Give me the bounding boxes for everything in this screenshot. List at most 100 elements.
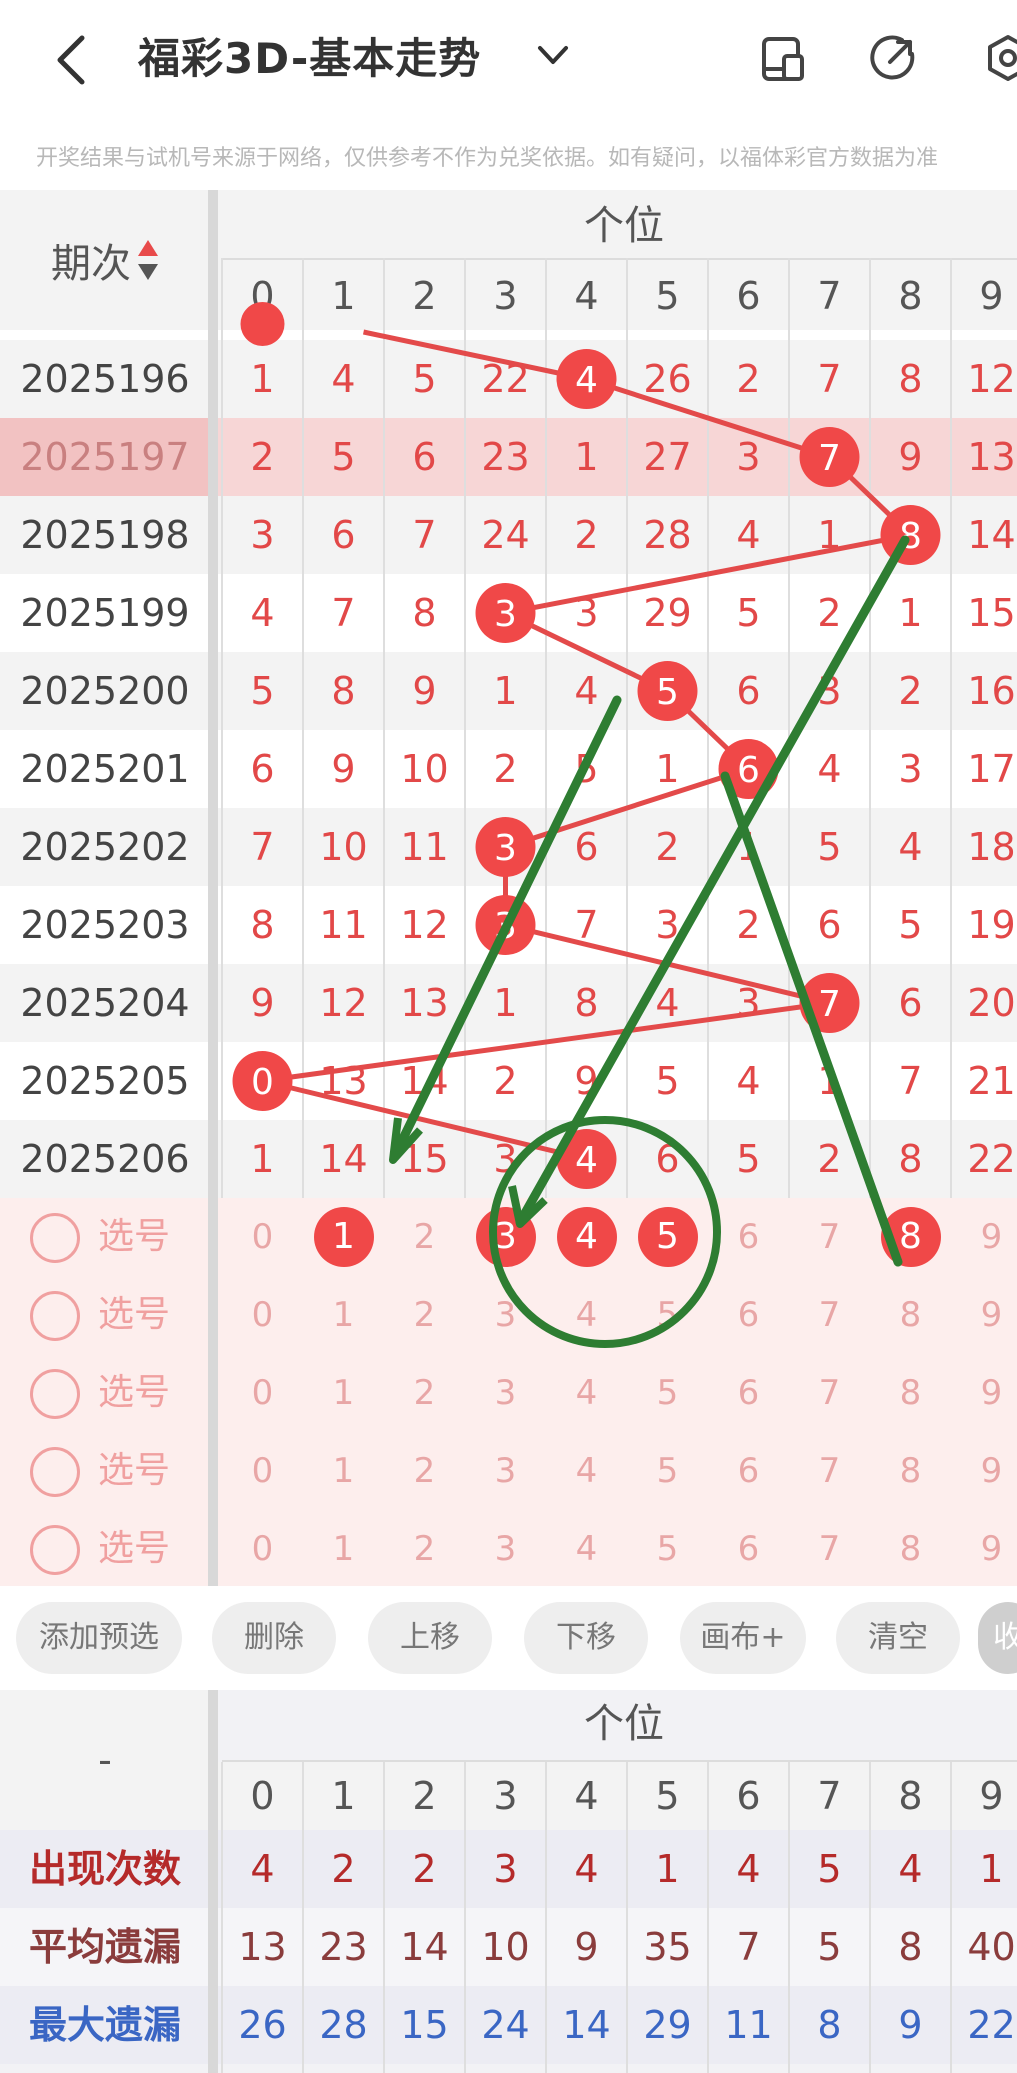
period-cell[interactable]: 2025201: [0, 730, 210, 808]
digit-option[interactable]: 3: [465, 1354, 546, 1432]
digit-option[interactable]: 7: [789, 1432, 870, 1510]
period-cell[interactable]: 2025198: [0, 496, 210, 574]
select-radio[interactable]: [30, 1447, 80, 1497]
select-label[interactable]: 选号: [98, 1198, 170, 1276]
digit-option[interactable]: 4: [546, 1354, 627, 1432]
digit-option[interactable]: 7: [789, 1510, 870, 1588]
select-label[interactable]: 选号: [98, 1432, 170, 1510]
back-icon[interactable]: [52, 32, 92, 88]
digit-option[interactable]: 1: [303, 1276, 384, 1354]
digit-option[interactable]: 3: [465, 1432, 546, 1510]
digit-option[interactable]: 0: [222, 1276, 303, 1354]
digit-option[interactable]: 6: [708, 1198, 789, 1276]
chevron-down-icon[interactable]: [536, 44, 570, 68]
digit-option[interactable]: 0: [222, 1432, 303, 1510]
digit-option[interactable]: 7: [789, 1354, 870, 1432]
digit-option[interactable]: 5: [627, 1276, 708, 1354]
stats-value: 8: [898, 1925, 923, 1969]
digit-option[interactable]: 7: [789, 1198, 870, 1276]
action-button-5[interactable]: 清空: [836, 1602, 960, 1674]
digit-option[interactable]: 0: [222, 1354, 303, 1432]
digit-option[interactable]: 5: [627, 1432, 708, 1510]
digit-option[interactable]: 4: [546, 1510, 627, 1588]
digit-option[interactable]: 8: [870, 1432, 951, 1510]
period-cell[interactable]: 2025206: [0, 1120, 210, 1198]
page-title[interactable]: 福彩3D-基本走势: [138, 30, 481, 88]
period-cell[interactable]: 2025205: [0, 1042, 210, 1120]
selected-digit-ball[interactable]: 8: [880, 1207, 941, 1267]
digit-option[interactable]: 5: [627, 1510, 708, 1588]
omission-cell: 9: [250, 981, 275, 1025]
digit-option[interactable]: 9: [951, 1276, 1017, 1354]
period-header[interactable]: 期次: [0, 190, 210, 330]
selected-digit-ball[interactable]: 4: [556, 1207, 617, 1267]
digit-option[interactable]: 2: [384, 1510, 465, 1588]
digit-option[interactable]: 9: [951, 1432, 1017, 1510]
stats-value: 29: [643, 2003, 692, 2047]
stats-column-header-1: 1: [331, 1774, 356, 1818]
action-button-1[interactable]: 删除: [212, 1602, 336, 1674]
digit-option[interactable]: 6: [708, 1432, 789, 1510]
select-label[interactable]: 选号: [98, 1354, 170, 1432]
digit-option[interactable]: 1: [303, 1354, 384, 1432]
digit-option[interactable]: 4: [546, 1276, 627, 1354]
digit-option[interactable]: 8: [870, 1276, 951, 1354]
action-button-0[interactable]: 添加预选: [16, 1602, 182, 1674]
period-cell[interactable]: 2025202: [0, 808, 210, 886]
digit-option[interactable]: 9: [951, 1354, 1017, 1432]
digit-option[interactable]: 7: [789, 1276, 870, 1354]
digit-option[interactable]: 0: [222, 1510, 303, 1588]
digit-option[interactable]: 6: [708, 1276, 789, 1354]
omission-cell: 15: [967, 591, 1016, 635]
digit-option[interactable]: 2: [384, 1276, 465, 1354]
select-radio[interactable]: [30, 1213, 80, 1263]
stats-row-label: 最大遗漏: [28, 2003, 181, 2047]
stats-value: 4: [736, 1847, 761, 1891]
stats-grid-line: [464, 1762, 466, 2073]
digit-option[interactable]: 6: [708, 1510, 789, 1588]
digit-option[interactable]: 5: [627, 1354, 708, 1432]
select-radio[interactable]: [30, 1525, 80, 1575]
selected-digit-ball[interactable]: 5: [637, 1207, 698, 1267]
omission-cell: 4: [736, 513, 761, 557]
digit-option[interactable]: 3: [465, 1276, 546, 1354]
digit-option[interactable]: 6: [708, 1354, 789, 1432]
stats-column-header-3: 3: [493, 1774, 518, 1818]
digit-option[interactable]: 2: [384, 1198, 465, 1276]
stats-value: 13: [238, 1925, 287, 1969]
digit-option[interactable]: 1: [303, 1432, 384, 1510]
stats-value: 24: [481, 2003, 530, 2047]
sort-icon[interactable]: [137, 238, 159, 282]
omission-cell: 2: [898, 669, 923, 713]
selected-digit-ball[interactable]: 3: [475, 1207, 536, 1267]
selected-digit-ball[interactable]: 1: [313, 1207, 374, 1267]
action-button-2[interactable]: 上移: [368, 1602, 492, 1674]
digit-option[interactable]: 4: [546, 1432, 627, 1510]
frozen-column-divider: [208, 190, 218, 1586]
action-button-3[interactable]: 下移: [524, 1602, 648, 1674]
period-cell[interactable]: 2025196: [0, 340, 210, 418]
digit-option[interactable]: 1: [303, 1510, 384, 1588]
digit-option[interactable]: 9: [951, 1510, 1017, 1588]
digit-option[interactable]: 8: [870, 1354, 951, 1432]
device-icon[interactable]: [760, 36, 806, 82]
period-cell[interactable]: 2025197: [0, 418, 210, 496]
select-radio[interactable]: [30, 1291, 80, 1341]
share-icon[interactable]: [870, 34, 918, 82]
period-cell[interactable]: 2025200: [0, 652, 210, 730]
period-cell[interactable]: 2025203: [0, 886, 210, 964]
digit-option[interactable]: 9: [951, 1198, 1017, 1276]
omission-cell: 3: [250, 513, 275, 557]
settings-icon[interactable]: [984, 34, 1017, 82]
select-label[interactable]: 选号: [98, 1510, 170, 1588]
select-label[interactable]: 选号: [98, 1276, 170, 1354]
digit-option[interactable]: 0: [222, 1198, 303, 1276]
period-cell[interactable]: 2025204: [0, 964, 210, 1042]
digit-option[interactable]: 8: [870, 1510, 951, 1588]
action-button-4[interactable]: 画布+: [680, 1602, 806, 1674]
period-cell[interactable]: 2025199: [0, 574, 210, 652]
digit-option[interactable]: 3: [465, 1510, 546, 1588]
digit-option[interactable]: 2: [384, 1432, 465, 1510]
select-radio[interactable]: [30, 1369, 80, 1419]
digit-option[interactable]: 2: [384, 1354, 465, 1432]
